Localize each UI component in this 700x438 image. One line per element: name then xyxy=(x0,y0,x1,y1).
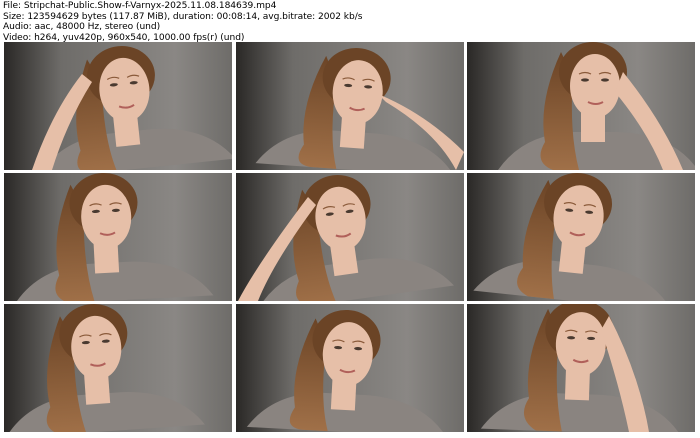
thumbnail-frame-image xyxy=(4,42,232,170)
thumbnail-frame-image xyxy=(467,42,695,170)
file-name-line: File: Stripchat-Public.Show-f-Varnyx-202… xyxy=(3,1,277,11)
video-thumbnail[interactable] xyxy=(4,304,232,432)
thumbnail-frame-image xyxy=(235,42,464,170)
thumbnail-frame-image xyxy=(467,173,695,301)
video-thumbnail[interactable] xyxy=(4,42,232,170)
thumbnail-grid xyxy=(4,42,695,432)
thumbnail-frame-image xyxy=(467,304,695,432)
file-size-line: Size: 123594629 bytes (117.87 MiB), dura… xyxy=(3,11,363,22)
video-thumbnail[interactable] xyxy=(235,42,464,170)
video-thumbnail[interactable] xyxy=(235,304,464,432)
audio-info-line: Audio: aac, 48000 Hz, stereo (und) xyxy=(3,22,161,33)
video-thumbnail[interactable] xyxy=(467,173,695,301)
video-thumbnail[interactable] xyxy=(235,173,464,301)
thumbnail-frame-image xyxy=(235,173,464,301)
video-thumbnail[interactable] xyxy=(4,173,232,301)
video-info-header: File: Stripchat-Public.Show-f-Varnyx-202… xyxy=(3,1,693,43)
thumbnail-frame-image xyxy=(4,173,232,301)
video-thumbnail[interactable] xyxy=(467,42,695,170)
video-thumbnail[interactable] xyxy=(467,304,695,432)
thumbnail-frame-image xyxy=(4,304,232,432)
thumbnail-frame-image xyxy=(235,304,464,432)
